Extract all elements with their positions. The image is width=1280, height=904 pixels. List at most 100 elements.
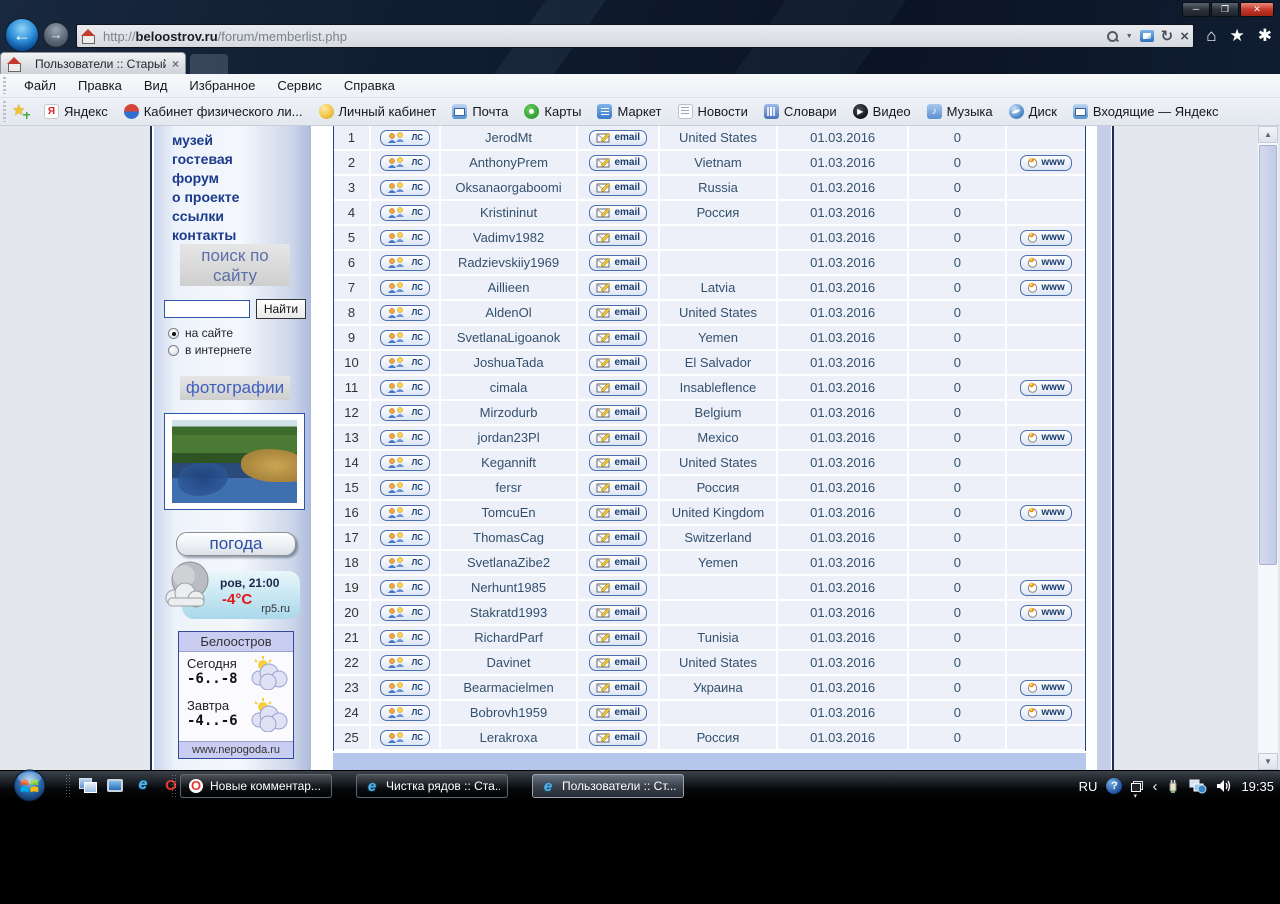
private-message-button[interactable]: ЛС [380, 505, 430, 521]
weather-heading[interactable]: погода [176, 532, 296, 556]
private-message-button[interactable]: ЛС [380, 355, 430, 371]
member-username[interactable]: TomcuEn [441, 501, 579, 524]
private-message-button[interactable]: ЛС [380, 205, 430, 221]
email-button[interactable]: email [589, 530, 647, 546]
private-message-button[interactable]: ЛС [380, 580, 430, 596]
volume-tray-icon[interactable] [1216, 778, 1232, 794]
email-button[interactable]: email [589, 205, 647, 221]
member-username[interactable]: Lerakroxa [441, 726, 579, 749]
photos-heading[interactable]: фотографии [180, 376, 290, 400]
forecast-source-link[interactable]: www.nepogoda.ru [179, 741, 293, 758]
website-button[interactable]: www [1020, 580, 1071, 596]
member-username[interactable]: RichardParf [441, 626, 579, 649]
radio-on-site[interactable] [168, 328, 179, 339]
sidebar-nav-link[interactable]: музей [172, 132, 239, 148]
window-switcher-icon[interactable] [106, 776, 124, 794]
private-message-button[interactable]: ЛС [380, 730, 430, 746]
website-button[interactable]: www [1020, 705, 1071, 721]
clock[interactable]: 19:35 [1241, 779, 1274, 794]
email-button[interactable]: email [589, 255, 647, 271]
scrollbar-thumb[interactable] [1259, 145, 1277, 565]
website-button[interactable]: www [1020, 255, 1071, 271]
member-username[interactable]: Bobrovh1959 [441, 701, 579, 724]
member-username[interactable]: Kegannift [441, 451, 579, 474]
member-username[interactable]: Kristininut [441, 201, 579, 224]
member-username[interactable]: Vadimv1982 [441, 226, 579, 249]
back-button[interactable]: ← [5, 18, 39, 52]
favorites-bar-item[interactable]: Кабинет физического ли... [118, 102, 309, 121]
close-button[interactable]: ✕ [1240, 2, 1274, 17]
scroll-down-arrow[interactable]: ▼ [1258, 753, 1278, 770]
home-icon[interactable]: ⌂ [1206, 26, 1216, 46]
internet-explorer-icon[interactable]: e [134, 776, 152, 794]
stop-icon[interactable]: × [1180, 28, 1189, 45]
member-username[interactable]: Aillieen [441, 276, 579, 299]
email-button[interactable]: email [589, 455, 647, 471]
sidebar-nav-link[interactable]: гостевая [172, 151, 239, 167]
member-username[interactable]: AldenOl [441, 301, 579, 324]
forward-button[interactable]: → [43, 22, 69, 48]
member-username[interactable]: JoshuaTada [441, 351, 579, 374]
search-dropdown-icon[interactable]: ▼ [1126, 33, 1133, 40]
favorites-bar-item[interactable]: Маркет [591, 102, 667, 121]
menu-item[interactable]: Сервис [267, 76, 332, 95]
favorites-bar-item[interactable]: Видео [847, 102, 917, 121]
radio-internet[interactable] [168, 345, 179, 356]
taskbar-window-button[interactable]: Новые комментар... [180, 774, 332, 798]
member-username[interactable]: SvetlanaLigoanok [441, 326, 579, 349]
website-button[interactable]: www [1020, 505, 1071, 521]
menu-item[interactable]: Файл [14, 76, 66, 95]
private-message-button[interactable]: ЛС [380, 530, 430, 546]
private-message-button[interactable]: ЛС [380, 630, 430, 646]
sidebar-nav-link[interactable]: о проекте [172, 189, 239, 205]
website-button[interactable]: www [1020, 680, 1071, 696]
member-username[interactable]: Davinet [441, 651, 579, 674]
website-button[interactable]: www [1020, 605, 1071, 621]
favorites-bar-item[interactable]: Входящие — Яндекс [1067, 102, 1225, 121]
member-username[interactable]: Stakratd1993 [441, 601, 579, 624]
email-button[interactable]: email [589, 230, 647, 246]
favorites-bar-item[interactable]: Карты [518, 102, 587, 121]
email-button[interactable]: email [589, 630, 647, 646]
private-message-button[interactable]: ЛС [380, 380, 430, 396]
member-username[interactable]: Mirzodurb [441, 401, 579, 424]
email-button[interactable]: email [589, 130, 647, 146]
member-username[interactable]: fersr [441, 476, 579, 499]
email-button[interactable]: email [589, 430, 647, 446]
member-username[interactable]: Nerhunt1985 [441, 576, 579, 599]
private-message-button[interactable]: ЛС [380, 455, 430, 471]
member-username[interactable]: ThomasCag [441, 526, 579, 549]
website-button[interactable]: www [1020, 380, 1071, 396]
email-button[interactable]: email [589, 655, 647, 671]
email-button[interactable]: email [589, 405, 647, 421]
email-button[interactable]: email [589, 155, 647, 171]
menu-item[interactable]: Избранное [179, 76, 265, 95]
start-button[interactable] [12, 768, 47, 803]
opera-icon[interactable]: O [162, 776, 180, 794]
weather-forecast-widget[interactable]: Белоостров Сегодня -6..-8 Завтра -4..-6 [178, 631, 294, 759]
website-button[interactable]: www [1020, 230, 1071, 246]
private-message-button[interactable]: ЛС [380, 330, 430, 346]
show-desktop-icon[interactable] [78, 776, 96, 794]
email-button[interactable]: email [589, 505, 647, 521]
browser-tab[interactable]: Пользователи :: Старый Б... × [0, 52, 186, 74]
email-button[interactable]: email [589, 730, 647, 746]
member-username[interactable]: jordan23Pl [441, 426, 579, 449]
email-button[interactable]: email [589, 380, 647, 396]
new-tab-button[interactable] [190, 54, 228, 74]
search-icon[interactable] [1106, 30, 1119, 43]
website-button[interactable]: www [1020, 155, 1071, 171]
member-username[interactable]: Bearmacielmen [441, 676, 579, 699]
settings-gear-icon[interactable]: ✱ [1258, 26, 1272, 46]
scroll-up-arrow[interactable]: ▲ [1258, 126, 1278, 143]
menu-item[interactable]: Правка [68, 76, 132, 95]
favorites-bar-item[interactable]: Личный кабинет [313, 102, 443, 121]
private-message-button[interactable]: ЛС [380, 130, 430, 146]
email-button[interactable]: email [589, 355, 647, 371]
photo-thumbnail[interactable] [164, 413, 305, 510]
site-search-input[interactable] [164, 300, 250, 318]
email-button[interactable]: email [589, 330, 647, 346]
member-username[interactable]: Radzievskiiy1969 [441, 251, 579, 274]
private-message-button[interactable]: ЛС [380, 680, 430, 696]
taskbar-window-button[interactable]: Пользователи :: Ст... [532, 774, 684, 798]
